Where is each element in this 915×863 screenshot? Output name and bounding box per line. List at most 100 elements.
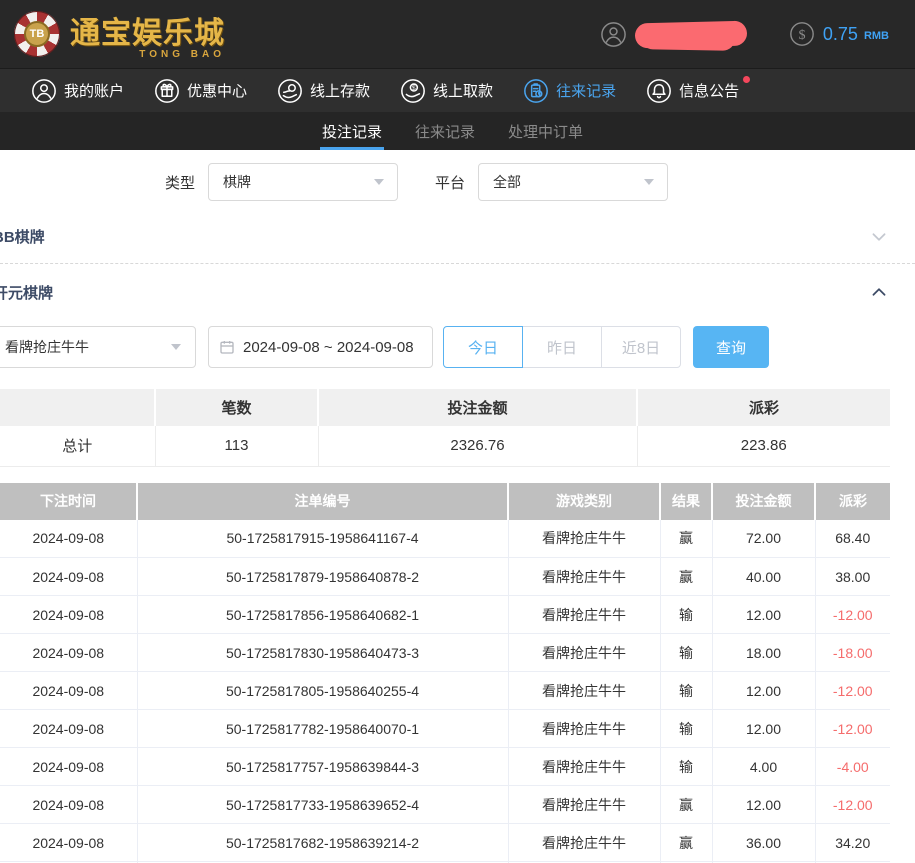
site-title: 通宝娱乐城	[70, 19, 225, 49]
bet-date: 2024-09-08	[0, 748, 137, 786]
col-header-bet-amount: 投注金额	[712, 483, 815, 520]
nav-label: 线上存款	[310, 80, 370, 101]
tab-processing-orders[interactable]: 处理中订单	[508, 112, 583, 150]
table-row: 2024-09-08 50-1725817757-1958639844-3 看牌…	[0, 748, 890, 786]
nav-item-withdraw[interactable]: $ 线上取款	[385, 69, 508, 112]
bet-game: 看牌抢庄牛牛	[508, 520, 660, 558]
tab-transaction-records[interactable]: 往来记录	[415, 112, 475, 150]
summary-table: 笔数 投注金额 派彩 总计 113 2326.76 223.86	[0, 389, 890, 467]
bet-id: 50-1725817733-1958639652-4	[137, 786, 508, 824]
records-icon	[523, 78, 549, 104]
main-nav: 我的账户 优惠中心 线上存款 $ 线上取款 往来记录 信息公告	[0, 68, 915, 112]
section-title: BB棋牌	[0, 226, 45, 247]
nav-item-transaction-records[interactable]: 往来记录	[508, 69, 631, 112]
top-header: TB 通宝娱乐城 TONG BAO $ 0.75 RMB	[0, 0, 915, 68]
date-range-value: 2024-09-08 ~ 2024-09-08	[243, 339, 414, 356]
bet-table-body: 2024-09-08 50-1725817915-1958641167-4 看牌…	[0, 520, 890, 863]
search-button[interactable]: 查询	[693, 326, 769, 368]
summary-bet-amount: 2326.76	[318, 426, 637, 466]
summary-header-count: 笔数	[155, 389, 318, 426]
calendar-icon	[219, 339, 235, 355]
bet-payout: -12.00	[815, 710, 890, 748]
platform-label: 平台	[435, 172, 465, 193]
bet-date: 2024-09-08	[0, 596, 137, 634]
bet-game: 看牌抢庄牛牛	[508, 710, 660, 748]
today-button[interactable]: 今日	[443, 326, 523, 368]
balance-widget[interactable]: $ 0.75 RMB	[789, 21, 889, 47]
bet-table: 下注时间 注单编号 游戏类别 结果 投注金额 派彩 2024-09-08 50-…	[0, 483, 890, 863]
bet-payout: -18.00	[815, 634, 890, 672]
type-select-value: 棋牌	[223, 172, 251, 192]
bet-id: 50-1725817757-1958639844-3	[137, 748, 508, 786]
bet-date: 2024-09-08	[0, 786, 137, 824]
bet-date: 2024-09-08	[0, 634, 137, 672]
bet-game: 看牌抢庄牛牛	[508, 824, 660, 862]
bet-result: 输	[660, 710, 712, 748]
bet-game: 看牌抢庄牛牛	[508, 634, 660, 672]
table-row: 2024-09-08 50-1725817856-1958640682-1 看牌…	[0, 596, 890, 634]
bell-icon	[646, 78, 672, 104]
bet-id: 50-1725817830-1958640473-3	[137, 634, 508, 672]
avatar-icon[interactable]	[600, 21, 627, 48]
bet-date: 2024-09-08	[0, 672, 137, 710]
dollar-icon: $	[789, 21, 815, 47]
section-title: 开元棋牌	[0, 282, 53, 303]
col-header-payout: 派彩	[815, 483, 890, 520]
chevron-down-icon	[644, 179, 654, 185]
site-logo[interactable]: TB 通宝娱乐城 TONG BAO	[14, 11, 225, 57]
bet-game: 看牌抢庄牛牛	[508, 672, 660, 710]
nav-item-announcements[interactable]: 信息公告	[631, 69, 754, 112]
bet-payout: -12.00	[815, 786, 890, 824]
nav-item-deposit[interactable]: 线上存款	[262, 69, 385, 112]
bet-payout: -12.00	[815, 596, 890, 634]
bet-date: 2024-09-08	[0, 558, 137, 596]
game-select[interactable]: 看牌抢庄牛牛	[0, 326, 196, 368]
query-row: 看牌抢庄牛牛 2024-09-08 ~ 2024-09-08 今日 昨日 近8日…	[0, 326, 915, 368]
site-subtitle: TONG BAO	[139, 50, 225, 60]
type-select[interactable]: 棋牌	[208, 163, 398, 201]
tab-bet-records[interactable]: 投注记录	[322, 112, 382, 150]
yesterday-button[interactable]: 昨日	[522, 326, 602, 368]
nav-item-my-account[interactable]: 我的账户	[16, 69, 139, 112]
table-row: 2024-09-08 50-1725817805-1958640255-4 看牌…	[0, 672, 890, 710]
nav-label: 优惠中心	[187, 80, 247, 101]
last-8-days-button[interactable]: 近8日	[601, 326, 681, 368]
bet-amount: 40.00	[712, 558, 815, 596]
bet-game: 看牌抢庄牛牛	[508, 558, 660, 596]
summary-header-blank	[0, 389, 155, 426]
bet-amount: 18.00	[712, 634, 815, 672]
bet-payout: -12.00	[815, 672, 890, 710]
type-label: 类型	[165, 172, 195, 193]
bet-date: 2024-09-08	[0, 824, 137, 862]
bet-amount: 12.00	[712, 786, 815, 824]
bet-amount: 12.00	[712, 710, 815, 748]
bet-date: 2024-09-08	[0, 520, 137, 558]
game-select-value: 看牌抢庄牛牛	[5, 337, 89, 357]
bet-result: 输	[660, 672, 712, 710]
balance-currency: RMB	[864, 27, 889, 42]
bet-id: 50-1725817879-1958640878-2	[137, 558, 508, 596]
user-icon	[31, 78, 57, 104]
summary-header-payout: 派彩	[637, 389, 890, 426]
gift-icon	[154, 78, 180, 104]
col-header-bet-id: 注单编号	[137, 483, 508, 520]
chevron-down-icon	[869, 227, 889, 247]
bet-id: 50-1725817782-1958640070-1	[137, 710, 508, 748]
bet-date: 2024-09-08	[0, 710, 137, 748]
nav-label: 线上取款	[433, 80, 493, 101]
bet-amount: 12.00	[712, 596, 815, 634]
section-bb-chess[interactable]: BB棋牌	[0, 210, 915, 264]
col-header-result: 结果	[660, 483, 712, 520]
user-area: $ 0.75 RMB	[600, 21, 889, 48]
table-row: 2024-09-08 50-1725817879-1958640878-2 看牌…	[0, 558, 890, 596]
bet-payout: -4.00	[815, 748, 890, 786]
notification-badge	[743, 76, 750, 83]
date-range-picker[interactable]: 2024-09-08 ~ 2024-09-08	[208, 326, 433, 368]
svg-text:$: $	[412, 84, 416, 91]
bet-payout: 38.00	[815, 558, 890, 596]
platform-select[interactable]: 全部	[478, 163, 668, 201]
bet-game: 看牌抢庄牛牛	[508, 786, 660, 824]
section-ky-chess[interactable]: 开元棋牌	[0, 264, 915, 320]
bet-result: 赢	[660, 558, 712, 596]
nav-item-promotions[interactable]: 优惠中心	[139, 69, 262, 112]
